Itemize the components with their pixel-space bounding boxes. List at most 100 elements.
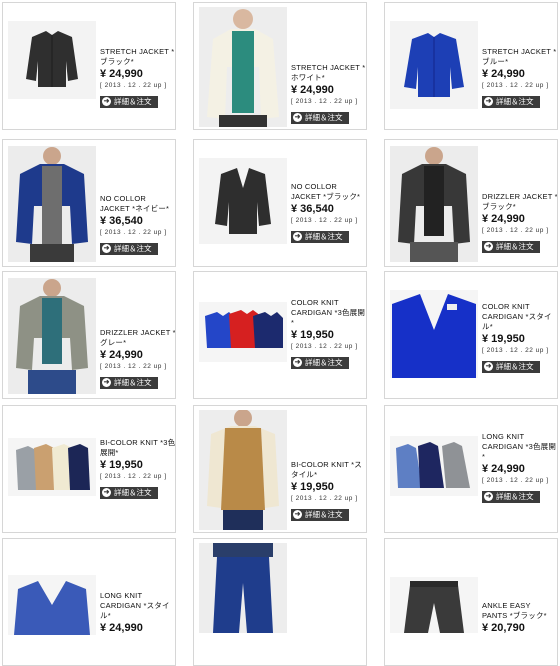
product-card[interactable]: COLOR KNIT CARDIGAN *スタイル* ¥ 19,950 [ 20… xyxy=(384,271,558,399)
detail-order-button[interactable]: ➜ 詳細＆注文 xyxy=(100,95,158,108)
jacket-image xyxy=(8,21,96,99)
product-name[interactable]: COLOR KNIT CARDIGAN *スタイル* xyxy=(482,302,557,332)
jacket-image xyxy=(8,146,96,262)
product-image[interactable] xyxy=(199,543,287,633)
product-card[interactable]: COLOR KNIT CARDIGAN *3色展開* ¥ 19,950 [ 20… xyxy=(193,271,367,399)
arrow-right-icon: ➜ xyxy=(102,488,111,497)
product-price: ¥ 36,540 xyxy=(291,203,334,215)
product-image[interactable] xyxy=(390,21,478,109)
product-name[interactable]: BI-COLOR KNIT *スタイル* xyxy=(291,460,366,480)
detail-order-button[interactable]: ➜ 詳細＆注文 xyxy=(100,242,158,255)
product-image[interactable] xyxy=(8,575,96,635)
product-price: ¥ 24,990 xyxy=(100,349,143,361)
product-grid: STRETCH JACKET *ブラック* ¥ 24,990 [ 2013 . … xyxy=(0,0,560,666)
product-image[interactable] xyxy=(8,278,96,394)
jacket-image xyxy=(390,146,478,262)
arrow-right-icon: ➜ xyxy=(293,113,302,122)
product-card[interactable]: NO COLLOR JACKET *ネイビー* ¥ 36,540 [ 2013 … xyxy=(2,139,176,267)
product-image[interactable] xyxy=(390,146,478,262)
product-date: [ 2013 . 12 . 22 up ] xyxy=(291,343,358,350)
detail-order-button[interactable]: ➜ 詳細＆注文 xyxy=(291,356,349,369)
product-card[interactable]: DRIZZLER JACKET *グレー* ¥ 24,990 [ 2013 . … xyxy=(2,271,176,399)
product-name[interactable]: STRETCH JACKET *ブルー* xyxy=(482,47,557,67)
product-card[interactable]: LONG KNIT CARDIGAN *スタイル* ¥ 24,990 xyxy=(2,538,176,666)
product-date: [ 2013 . 12 . 22 up ] xyxy=(100,363,167,370)
detail-order-button[interactable]: ➜ 詳細＆注文 xyxy=(482,490,540,503)
product-name[interactable]: STRETCH JACKET *ホワイト* xyxy=(291,63,366,83)
product-card[interactable]: LONG KNIT CARDIGAN *3色展開* ¥ 24,990 [ 201… xyxy=(384,405,558,533)
detail-order-button[interactable]: ➜ 詳細＆注文 xyxy=(291,230,349,243)
product-price: ¥ 24,990 xyxy=(482,463,525,475)
cardigan-image xyxy=(390,290,478,378)
product-name[interactable]: NO COLLOR JACKET *ネイビー* xyxy=(100,194,175,214)
product-image[interactable] xyxy=(8,21,96,99)
arrow-right-icon: ➜ xyxy=(293,358,302,367)
knit-image xyxy=(199,410,287,530)
jacket-image xyxy=(8,278,96,394)
knit-image xyxy=(8,438,96,496)
product-price: ¥ 24,990 xyxy=(291,84,334,96)
arrow-right-icon: ➜ xyxy=(293,510,302,519)
product-name[interactable]: COLOR KNIT CARDIGAN *3色展開* xyxy=(291,298,366,328)
product-image[interactable] xyxy=(8,438,96,496)
product-image[interactable] xyxy=(390,577,478,633)
product-name[interactable]: STRETCH JACKET *ブラック* xyxy=(100,47,175,67)
product-date: [ 2013 . 12 . 22 up ] xyxy=(482,227,549,234)
product-card[interactable]: BI-COLOR KNIT *スタイル* ¥ 19,950 [ 2013 . 1… xyxy=(193,405,367,533)
product-price: ¥ 24,990 xyxy=(100,622,143,634)
product-price: ¥ 24,990 xyxy=(100,68,143,80)
product-date: [ 2013 . 12 . 22 up ] xyxy=(100,82,167,89)
product-date: [ 2013 . 12 . 22 up ] xyxy=(100,473,167,480)
product-name[interactable]: LONG KNIT CARDIGAN *スタイル* xyxy=(100,591,175,621)
arrow-right-icon: ➜ xyxy=(484,242,493,251)
product-image[interactable] xyxy=(8,146,96,262)
product-price: ¥ 19,950 xyxy=(291,481,334,493)
cardigan-image xyxy=(199,302,287,362)
product-price: ¥ 20,790 xyxy=(482,622,525,634)
product-name[interactable]: BI-COLOR KNIT *3色展開* xyxy=(100,438,175,458)
detail-order-button[interactable]: ➜ 詳細＆注文 xyxy=(482,240,540,253)
product-card[interactable]: BI-COLOR KNIT *3色展開* ¥ 19,950 [ 2013 . 1… xyxy=(2,405,176,533)
product-name[interactable]: DRIZZLER JACKET *グレー* xyxy=(100,328,175,348)
detail-order-button[interactable]: ➜ 詳細＆注文 xyxy=(100,486,158,499)
detail-order-button[interactable]: ➜ 詳細＆注文 xyxy=(482,95,540,108)
cardigan-image xyxy=(390,436,478,496)
product-image[interactable] xyxy=(390,290,478,378)
product-card[interactable]: STRETCH JACKET *ブルー* ¥ 24,990 [ 2013 . 1… xyxy=(384,2,558,130)
product-image[interactable] xyxy=(199,410,287,530)
detail-order-button[interactable]: ➜ 詳細＆注文 xyxy=(291,508,349,521)
product-date: [ 2013 . 12 . 22 up ] xyxy=(482,477,549,484)
product-card[interactable]: STRETCH JACKET *ブラック* ¥ 24,990 [ 2013 . … xyxy=(2,2,176,130)
product-card[interactable]: ANKLE EASY PANTS *ブラック* ¥ 20,790 xyxy=(384,538,558,666)
detail-order-button[interactable]: ➜ 詳細＆注文 xyxy=(100,376,158,389)
arrow-right-icon: ➜ xyxy=(484,362,493,371)
product-price: ¥ 24,990 xyxy=(482,68,525,80)
product-name[interactable]: ANKLE EASY PANTS *ブラック* xyxy=(482,601,557,621)
product-card[interactable]: STRETCH JACKET *ホワイト* ¥ 24,990 [ 2013 . … xyxy=(193,2,367,130)
pants-image xyxy=(390,577,478,633)
detail-order-button[interactable]: ➜ 詳細＆注文 xyxy=(482,360,540,373)
product-card[interactable]: NO COLLOR JACKET *ブラック* ¥ 36,540 [ 2013 … xyxy=(193,139,367,267)
jacket-image xyxy=(199,158,287,244)
product-date: [ 2013 . 12 . 22 up ] xyxy=(291,495,358,502)
product-date: [ 2013 . 12 . 22 up ] xyxy=(291,98,358,105)
product-image[interactable] xyxy=(199,302,287,362)
arrow-right-icon: ➜ xyxy=(293,232,302,241)
product-price: ¥ 19,950 xyxy=(291,329,334,341)
product-image[interactable] xyxy=(390,436,478,496)
product-price: ¥ 36,540 xyxy=(100,215,143,227)
product-image[interactable] xyxy=(199,7,287,127)
arrow-right-icon: ➜ xyxy=(102,97,111,106)
product-price: ¥ 19,950 xyxy=(482,333,525,345)
detail-order-button[interactable]: ➜ 詳細＆注文 xyxy=(291,111,349,124)
product-price: ¥ 19,950 xyxy=(100,459,143,471)
product-date: [ 2013 . 12 . 22 up ] xyxy=(482,347,549,354)
arrow-right-icon: ➜ xyxy=(484,97,493,106)
product-image[interactable] xyxy=(199,158,287,244)
product-name[interactable]: LONG KNIT CARDIGAN *3色展開* xyxy=(482,432,557,462)
cardigan-image xyxy=(8,575,96,635)
product-card[interactable]: DRIZZLER JACKET *ブラック* ¥ 24,990 [ 2013 .… xyxy=(384,139,558,267)
product-name[interactable]: DRIZZLER JACKET *ブラック* xyxy=(482,192,557,212)
product-card[interactable] xyxy=(193,538,367,666)
product-name[interactable]: NO COLLOR JACKET *ブラック* xyxy=(291,182,366,202)
